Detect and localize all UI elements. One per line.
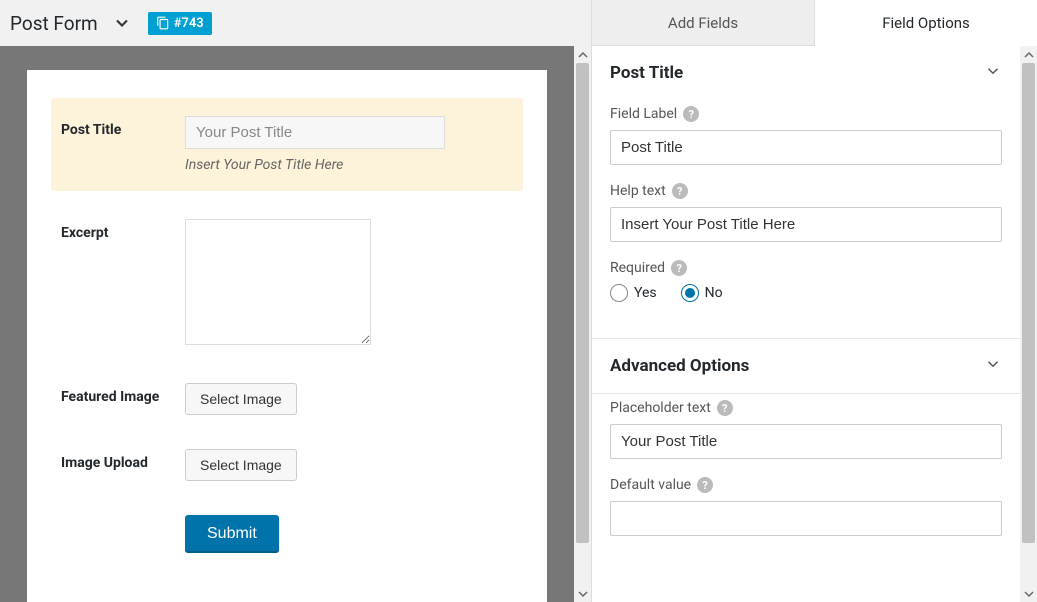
help-icon[interactable]: ? <box>717 400 733 416</box>
chevron-down-icon <box>984 62 1002 84</box>
preview-area: Post Title Insert Your Post Title Here E… <box>0 46 574 602</box>
chevron-down-icon[interactable] <box>112 13 132 33</box>
help-icon[interactable]: ? <box>672 183 688 199</box>
section-toggle-field[interactable]: Post Title <box>592 46 1020 100</box>
field-featured-image[interactable]: Featured Image Select Image <box>61 383 513 415</box>
page-title: Post Form <box>10 12 98 35</box>
field-excerpt[interactable]: Excerpt <box>61 219 513 349</box>
field-post-title[interactable]: Post Title Insert Your Post Title Here <box>51 98 523 191</box>
field-image-upload[interactable]: Image Upload Select Image <box>61 449 513 481</box>
radio-label: Yes <box>634 285 657 301</box>
help-icon[interactable]: ? <box>683 106 699 122</box>
opt-required: Required ? Yes No <box>610 260 1002 302</box>
scrollbar[interactable] <box>1020 46 1037 602</box>
opt-placeholder: Placeholder text ? <box>610 400 1002 459</box>
field-label: Post Title <box>61 116 185 138</box>
submit-button[interactable]: Submit <box>185 515 279 553</box>
field-submit[interactable]: Submit <box>185 515 513 553</box>
opt-label-text: Placeholder text <box>610 400 711 416</box>
select-image-button[interactable]: Select Image <box>185 383 297 415</box>
scroll-thumb[interactable] <box>576 63 589 543</box>
shortcode-badge[interactable]: #743 <box>148 12 212 35</box>
opt-default-value: Default value ? <box>610 477 1002 536</box>
tabs: Add Fields Field Options <box>592 0 1037 46</box>
select-image-button[interactable]: Select Image <box>185 449 297 481</box>
placeholder-input[interactable] <box>610 424 1002 459</box>
section-title: Advanced Options <box>610 356 749 376</box>
field-label-input[interactable] <box>610 130 1002 165</box>
excerpt-textarea[interactable] <box>185 219 371 345</box>
field-label: Excerpt <box>61 219 185 241</box>
scroll-down-icon[interactable] <box>1020 585 1037 602</box>
post-title-help: Insert Your Post Title Here <box>185 157 513 173</box>
required-yes[interactable]: Yes <box>610 284 657 302</box>
post-title-input[interactable] <box>185 116 445 149</box>
tab-add-fields[interactable]: Add Fields <box>592 0 815 46</box>
help-icon[interactable]: ? <box>671 260 687 276</box>
section-toggle-advanced[interactable]: Advanced Options <box>592 339 1020 393</box>
chevron-down-icon <box>984 355 1002 377</box>
default-value-input[interactable] <box>610 501 1002 536</box>
tab-field-options[interactable]: Field Options <box>815 0 1037 46</box>
opt-label-text: Help text <box>610 183 666 199</box>
help-text-input[interactable] <box>610 207 1002 242</box>
scroll-up-icon[interactable] <box>574 46 591 63</box>
field-label: Image Upload <box>61 449 185 471</box>
scroll-down-icon[interactable] <box>574 585 591 602</box>
scroll-up-icon[interactable] <box>1020 46 1037 63</box>
opt-help-text: Help text ? <box>610 183 1002 242</box>
options-panel: Post Title Field Label ? Help text ? <box>592 46 1020 602</box>
radio-icon <box>681 284 699 302</box>
scrollbar[interactable] <box>574 46 591 602</box>
help-icon[interactable]: ? <box>697 477 713 493</box>
required-no[interactable]: No <box>681 284 723 302</box>
section-title: Post Title <box>610 63 683 83</box>
topbar: Post Form #743 <box>0 0 591 46</box>
field-label: Featured Image <box>61 383 185 405</box>
scroll-thumb[interactable] <box>1022 63 1035 543</box>
radio-icon <box>610 284 628 302</box>
shortcode-badge-text: #743 <box>174 16 204 31</box>
radio-label: No <box>705 285 723 301</box>
opt-label-text: Default value <box>610 477 691 493</box>
form-card: Post Title Insert Your Post Title Here E… <box>27 70 547 602</box>
opt-label-text: Field Label <box>610 106 677 122</box>
opt-field-label: Field Label ? <box>610 106 1002 165</box>
opt-label-text: Required <box>610 260 665 276</box>
